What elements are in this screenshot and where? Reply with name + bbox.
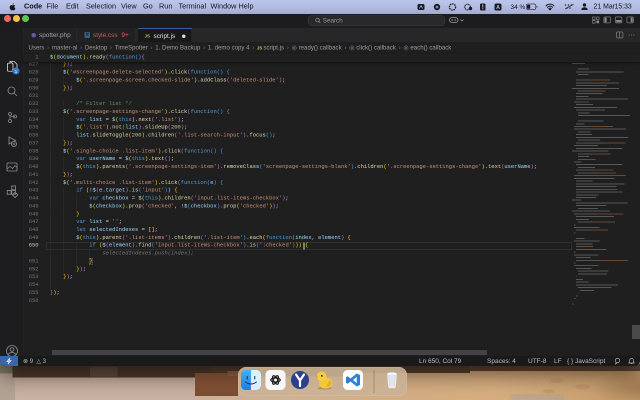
svg-text:A: A — [496, 5, 500, 11]
